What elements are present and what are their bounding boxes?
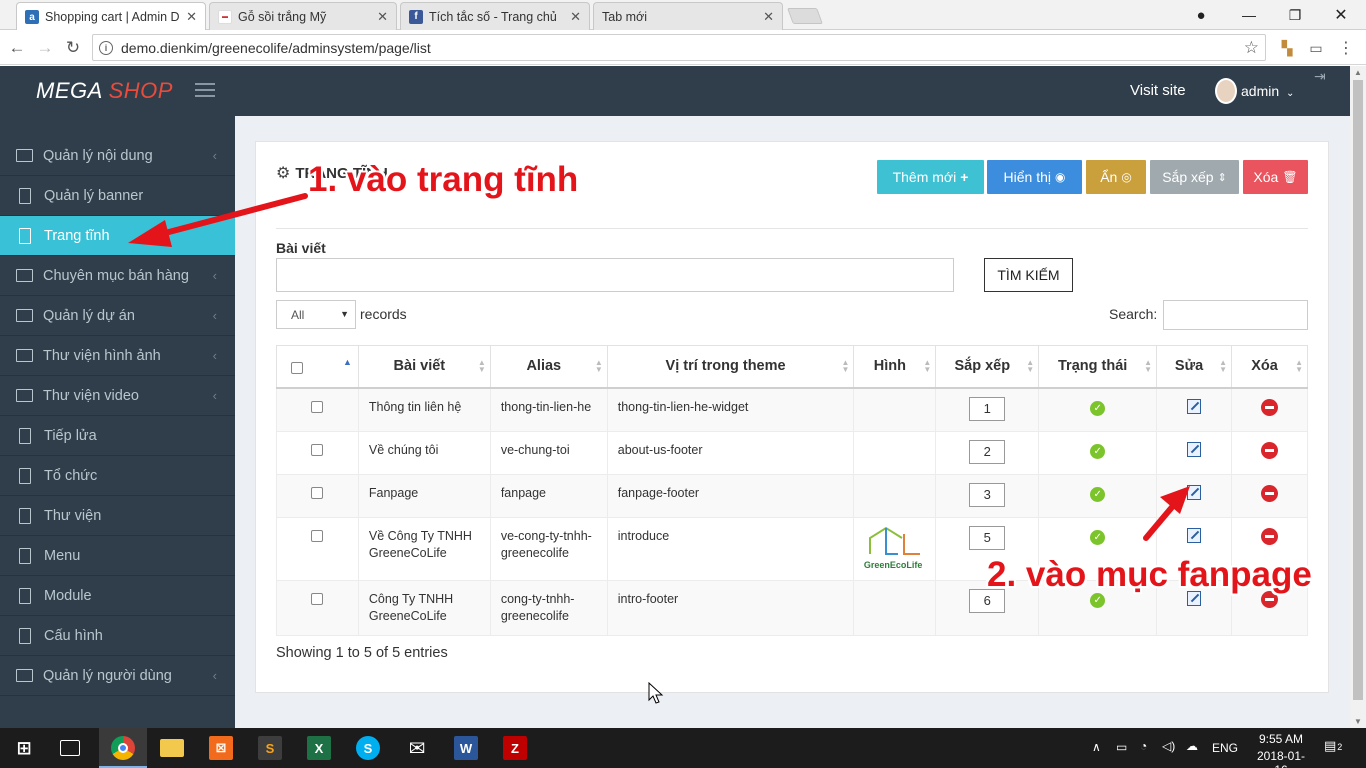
mail-icon[interactable]: ✉	[405, 736, 429, 760]
chrome-icon[interactable]	[111, 736, 135, 760]
clock[interactable]: 9:55 AM 2018-01-16	[1254, 732, 1308, 768]
annotation-step-1: 1. vào trang tĩnh	[308, 160, 579, 199]
page-scrollbar[interactable]: ▲ ▼	[1350, 66, 1366, 728]
clock-time: 9:55 AM	[1258, 732, 1304, 746]
action-center-icon[interactable]: ▤2	[1324, 738, 1342, 754]
annotation-arrows	[128, 193, 1190, 541]
arrow-to-fanpage-edit	[1143, 486, 1190, 541]
onedrive-icon[interactable]: ☁	[1186, 739, 1198, 753]
word-icon[interactable]: W	[454, 736, 478, 760]
mouse-cursor-icon	[648, 682, 664, 704]
filezilla-icon[interactable]: Z	[503, 736, 527, 760]
xampp-icon[interactable]: ⊠	[209, 736, 233, 760]
task-view-icon[interactable]	[60, 740, 80, 756]
tray-chevron-icon[interactable]: ∧	[1092, 740, 1101, 754]
annotation-step-2: 2. vào mục fanpage	[987, 555, 1312, 594]
wifi-icon[interactable]: ◔	[1140, 739, 1147, 753]
language-indicator[interactable]: ENG	[1212, 741, 1238, 755]
arrow-to-trang-tinh	[128, 193, 308, 247]
scroll-up-icon[interactable]: ▲	[1354, 68, 1362, 77]
skype-icon[interactable]: S	[356, 736, 380, 760]
windows-start-icon[interactable]: ⊞	[12, 736, 36, 760]
windows-taskbar: ⊞ ⊠ S X S ✉ W Z ∧ ▭ ◔ ◁) ☁ ENG 9:55 AM 2…	[0, 728, 1366, 768]
clock-date: 2018-01-16	[1256, 749, 1306, 768]
sublime-icon[interactable]: S	[258, 736, 282, 760]
scrollbar-thumb[interactable]	[1353, 80, 1363, 700]
volume-icon[interactable]: ◁)	[1162, 739, 1175, 753]
file-explorer-icon[interactable]	[160, 739, 184, 757]
excel-icon[interactable]: X	[307, 736, 331, 760]
battery-icon[interactable]: ▭	[1116, 740, 1127, 754]
notification-count: 2	[1337, 742, 1343, 752]
scroll-down-icon[interactable]: ▼	[1354, 717, 1362, 726]
